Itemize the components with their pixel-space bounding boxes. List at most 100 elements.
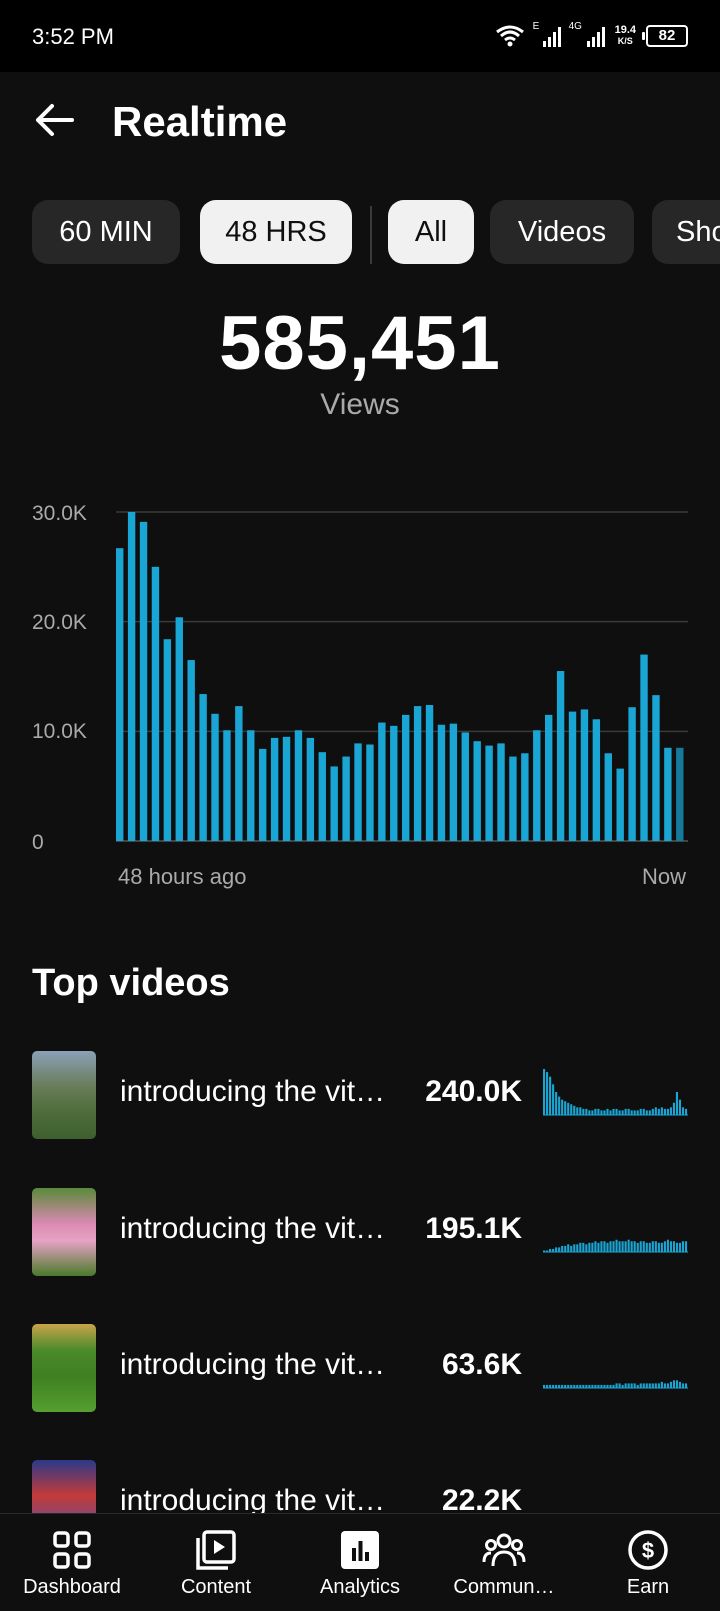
sparkline-bar — [618, 1383, 621, 1388]
sparkline-bar — [567, 1102, 570, 1115]
sparkline-bar — [651, 1241, 654, 1252]
chart-bar — [366, 744, 374, 841]
speed-value: 19.4 — [614, 24, 636, 36]
sparkline-bar — [582, 1108, 585, 1115]
sparkline-bar — [588, 1242, 591, 1252]
sparkline-bar — [642, 1383, 645, 1388]
sparkline-bar — [591, 1242, 594, 1252]
chart-bar — [187, 660, 195, 841]
sparkline-bar — [549, 1384, 552, 1388]
sparkline-bar — [684, 1241, 688, 1252]
chart-bar — [580, 709, 589, 841]
sparkline-bar — [546, 1384, 549, 1388]
chip-shorts[interactable]: Shorts — [652, 200, 720, 264]
sparkline-bar — [585, 1108, 588, 1115]
sparkline-bar — [564, 1101, 567, 1115]
sparkline-bar — [618, 1241, 621, 1252]
sparkline-bar — [573, 1105, 576, 1115]
sparkline-bar — [627, 1239, 630, 1252]
video-row[interactable]: introducing the vit… 63.6K — [0, 1324, 720, 1414]
network-type-2: 4G — [568, 21, 582, 32]
chart-bar — [449, 723, 458, 841]
chart-bar — [378, 722, 386, 841]
nav-dashboard[interactable]: Dashboard — [0, 1514, 144, 1611]
sparkline-bar — [630, 1241, 633, 1252]
sparkline-bar — [546, 1072, 549, 1115]
chart-bar — [235, 706, 243, 841]
sparkline-bar — [675, 1092, 679, 1115]
chart-bar — [628, 707, 636, 841]
chart-bar — [402, 714, 410, 841]
sparkline-bar — [603, 1384, 606, 1388]
sparkline-bar — [651, 1108, 654, 1115]
sparkline-bar — [591, 1110, 594, 1115]
sparkline-bar — [600, 1384, 603, 1388]
sparkline-bar — [666, 1108, 669, 1115]
sparkline-bar — [609, 1384, 612, 1388]
nav-analytics[interactable]: Analytics — [288, 1514, 432, 1611]
sparkline-bar — [561, 1384, 564, 1388]
chart-bar — [437, 724, 446, 841]
sparkline-bar — [543, 1250, 546, 1252]
sparkline-bar — [684, 1108, 688, 1115]
network-type-1: E — [532, 21, 540, 32]
chart-bar — [247, 730, 255, 841]
battery-icon: 82 — [642, 25, 688, 47]
sparkline-bar — [579, 1107, 582, 1115]
sparkline-bar — [567, 1384, 570, 1388]
sparkline-bar — [654, 1107, 657, 1115]
sparkline-bar — [576, 1384, 579, 1388]
sparkline-bar — [678, 1381, 682, 1388]
video-thumbnail — [32, 1324, 96, 1412]
chip-48-hrs[interactable]: 48 HRS — [200, 200, 352, 264]
sparkline-bar — [600, 1241, 603, 1252]
video-title: introducing the vit… — [120, 1348, 386, 1381]
video-row[interactable]: introducing the vit… 22.2K — [0, 1460, 720, 1513]
sparkline-bar — [669, 1107, 672, 1115]
sparkline-bar — [570, 1104, 573, 1115]
nav-community[interactable]: Commun… — [432, 1514, 576, 1611]
sparkline-bar — [597, 1242, 600, 1252]
page-title: Realtime — [112, 98, 288, 145]
chart-bar — [664, 747, 672, 841]
sparkline-bar — [663, 1108, 666, 1115]
dashboard-icon — [53, 1531, 91, 1569]
sparkline-bar — [552, 1084, 555, 1115]
sparkline-bar — [636, 1242, 639, 1252]
sparkline-bar — [549, 1076, 552, 1115]
sparkline-bar — [591, 1384, 594, 1388]
sparkline-bar — [594, 1241, 597, 1252]
nav-label: Commun… — [453, 1576, 555, 1598]
sparkline-bar — [543, 1384, 546, 1388]
video-row[interactable]: introducing the vit… 195.1K — [0, 1188, 720, 1278]
sparkline-bar — [672, 1241, 676, 1252]
nav-label: Content — [180, 1576, 252, 1598]
sparkline-bar — [597, 1384, 600, 1388]
chart-bar — [473, 741, 481, 841]
chip-all[interactable]: All — [388, 200, 474, 264]
sparkline-bar — [570, 1245, 573, 1252]
chip-60-min[interactable]: 60 MIN — [32, 200, 180, 264]
video-row[interactable]: introducing the vit… 240.0K — [0, 1051, 720, 1141]
sparkline-bar — [672, 1380, 676, 1388]
sparkline-bar — [681, 1241, 685, 1252]
chart-bar — [604, 753, 612, 841]
sparkline-bar — [633, 1241, 636, 1252]
sparkline-bar — [663, 1241, 666, 1252]
video-thumbnail — [32, 1460, 96, 1513]
sparkline-bar — [585, 1384, 588, 1388]
chart-bar — [330, 766, 338, 841]
arrow-left-icon[interactable] — [32, 98, 76, 142]
video-views: 240.0K — [425, 1075, 522, 1108]
sparkline-bar — [642, 1108, 645, 1115]
sparkline-bar — [555, 1092, 558, 1115]
chart-bar — [521, 753, 529, 841]
sparkline-bar — [657, 1108, 660, 1115]
nav-earn[interactable]: $ Earn — [576, 1514, 720, 1611]
sparkline-bar — [642, 1241, 645, 1252]
sparkline-bar — [555, 1384, 558, 1388]
sparkline-bar — [606, 1384, 609, 1388]
nav-content[interactable]: Content — [144, 1514, 288, 1611]
sparkline-bar — [570, 1384, 573, 1388]
chip-videos[interactable]: Videos — [490, 200, 634, 264]
